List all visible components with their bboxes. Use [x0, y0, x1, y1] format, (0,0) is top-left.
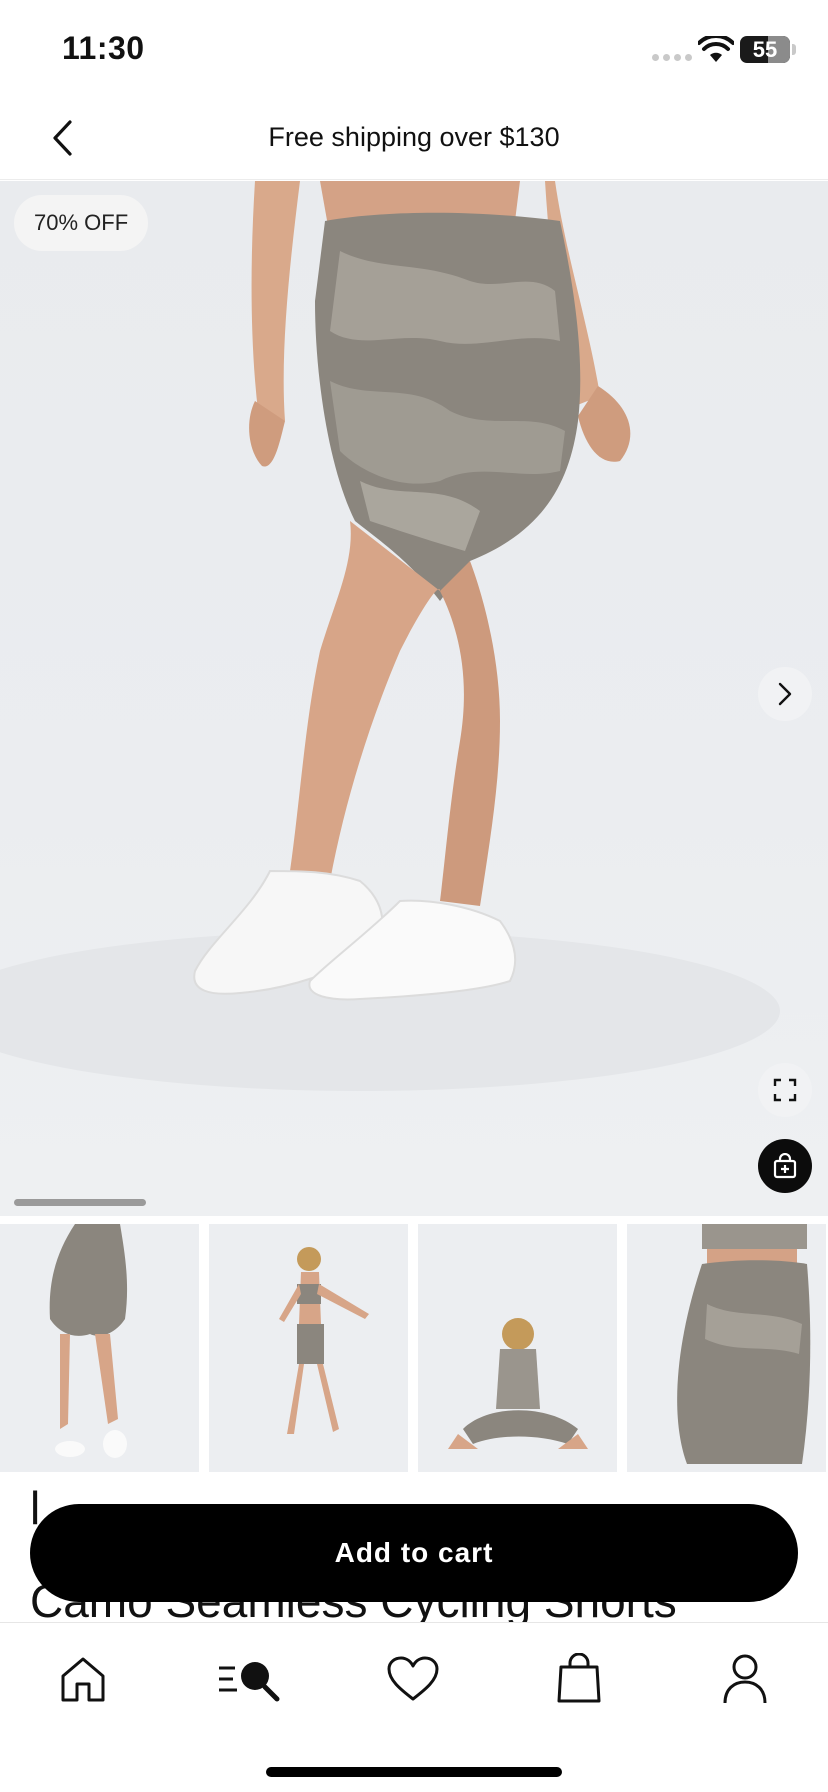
wifi-icon — [698, 36, 734, 62]
tab-wishlist[interactable] — [378, 1649, 448, 1709]
next-image-button[interactable] — [758, 667, 812, 721]
bag-plus-icon — [773, 1153, 797, 1179]
add-to-cart-button[interactable]: Add to cart — [30, 1504, 798, 1602]
bottom-tab-bar — [0, 1622, 828, 1792]
search-icon — [219, 1662, 280, 1702]
carousel-progress — [14, 1199, 146, 1206]
thumbnail-1[interactable] — [0, 1224, 199, 1472]
status-time: 11:30 — [62, 30, 145, 66]
thumbnail-strip — [0, 1224, 828, 1472]
thumbnail-3[interactable] — [418, 1224, 617, 1472]
chevron-right-icon — [778, 682, 792, 706]
discount-badge: 70% OFF — [14, 195, 149, 251]
cellular-signal-icon — [652, 54, 692, 61]
heart-icon — [387, 1656, 439, 1701]
home-indicator — [266, 1767, 562, 1777]
tab-home[interactable] — [48, 1649, 118, 1709]
tab-search[interactable] — [212, 1649, 286, 1709]
thumbnail-4[interactable] — [627, 1224, 826, 1472]
top-bar: Free shipping over $130 — [0, 100, 828, 180]
expand-icon — [773, 1078, 797, 1102]
status-bar: 11:30 55 — [0, 0, 828, 100]
shipping-banner: Free shipping over $130 — [268, 122, 560, 152]
home-icon — [61, 1657, 105, 1702]
quick-add-button[interactable] — [758, 1139, 812, 1193]
battery-icon: 55 — [740, 36, 790, 63]
account-icon — [723, 1654, 767, 1704]
product-main-image — [0, 181, 780, 1091]
tab-account[interactable] — [710, 1649, 780, 1709]
fullscreen-button[interactable] — [758, 1063, 812, 1117]
battery-level: 55 — [752, 37, 778, 62]
bag-icon — [557, 1653, 601, 1703]
thumbnail-2[interactable] — [209, 1224, 408, 1472]
tab-bag[interactable] — [544, 1649, 614, 1709]
product-image-carousel[interactable]: 70% OFF — [0, 181, 828, 1216]
